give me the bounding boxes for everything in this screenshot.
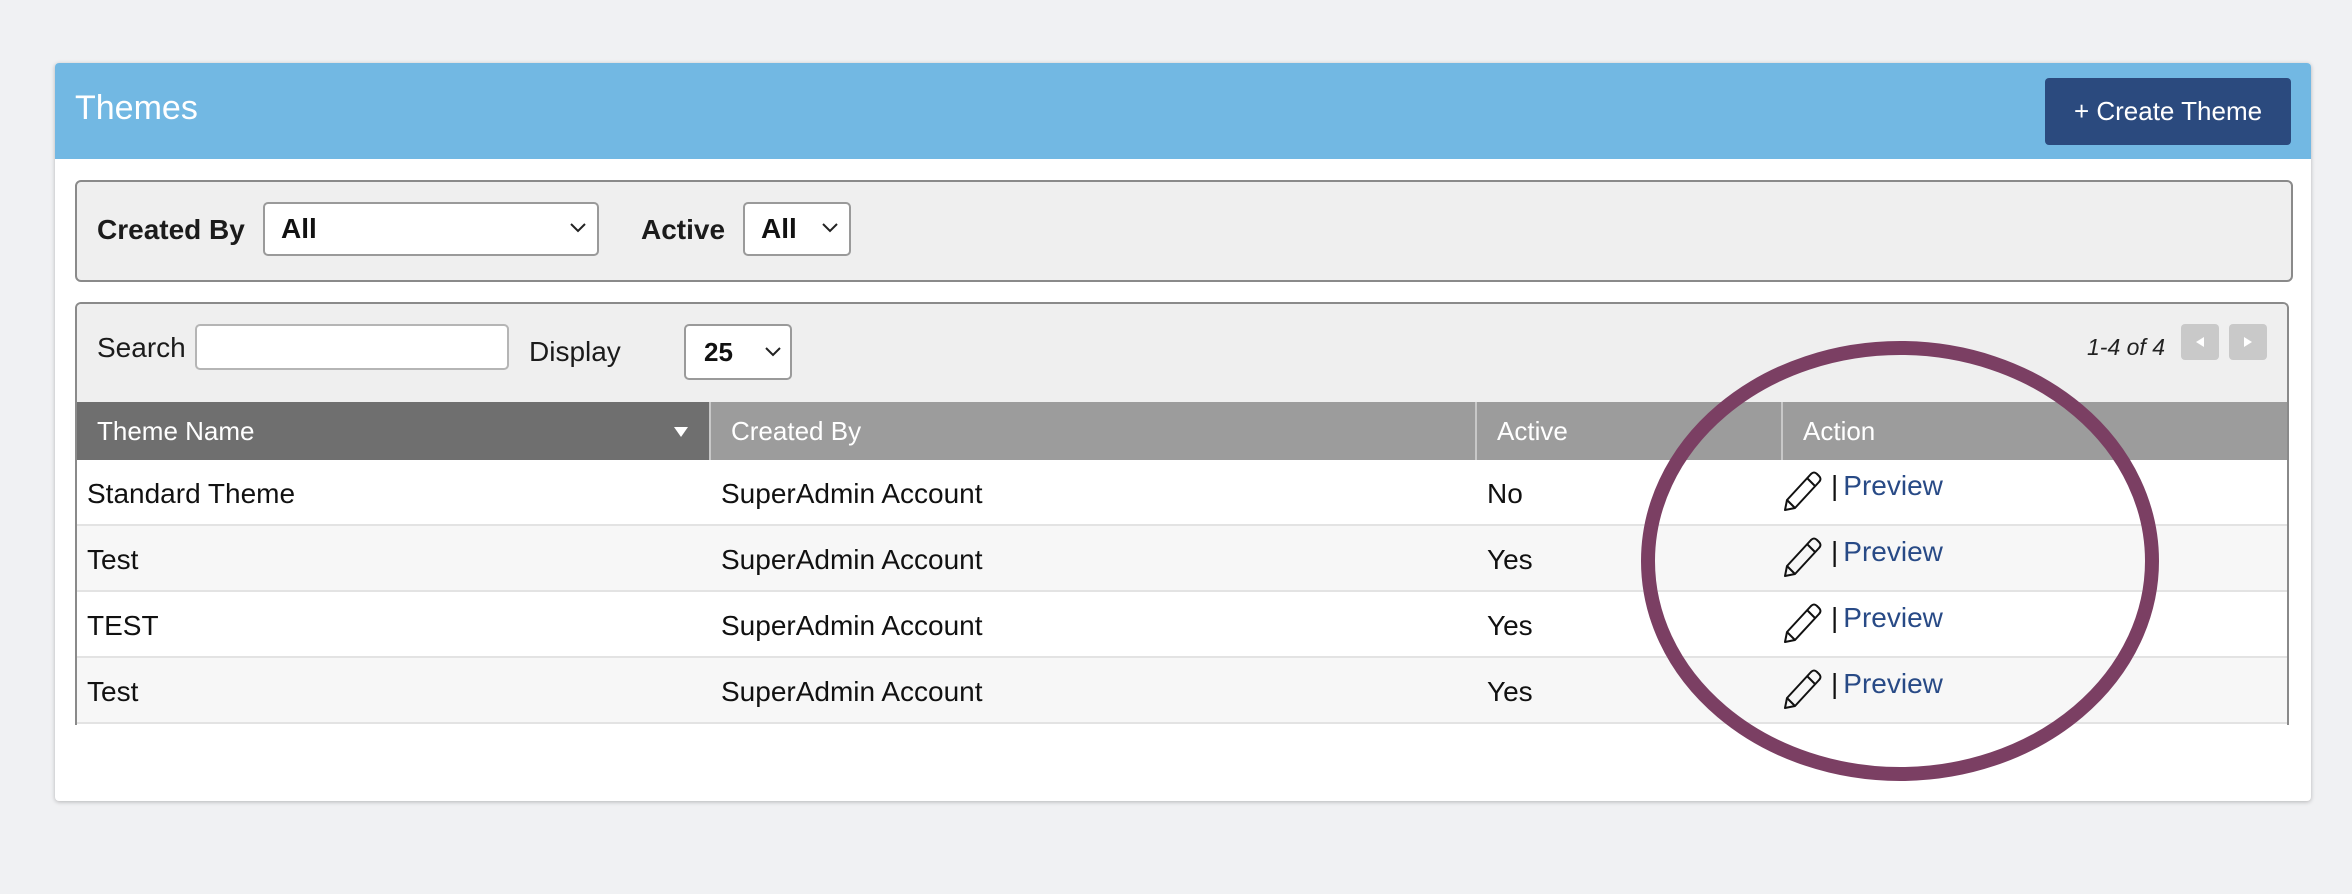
list-toolbar: Search Display 25 1-4 of 4 xyxy=(77,304,2287,402)
preview-link[interactable]: Preview xyxy=(1843,466,1943,506)
search-input[interactable] xyxy=(195,324,509,370)
pencil-edit-icon[interactable] xyxy=(1777,598,1825,646)
filter-bar: Created By All Active All xyxy=(75,180,2293,282)
action-cell: | Preview xyxy=(1777,598,1943,652)
display-count-select[interactable]: 25 xyxy=(684,324,792,380)
themes-list: Search Display 25 1-4 of 4 Theme Name Cr… xyxy=(75,302,2289,725)
preview-link[interactable]: Preview xyxy=(1843,598,1943,638)
created-by-cell: SuperAdmin Account xyxy=(721,478,983,509)
theme-name-cell: Standard Theme xyxy=(87,478,296,509)
display-count-value: 25 xyxy=(704,337,733,367)
next-page-button[interactable] xyxy=(2229,324,2267,360)
active-cell: No xyxy=(1487,478,1523,509)
action-cell: | Preview xyxy=(1777,466,1943,520)
paging-info: 1-4 of 4 xyxy=(2087,334,2165,360)
created-by-filter-select[interactable]: All xyxy=(263,202,599,256)
column-header-theme-name[interactable]: Theme Name xyxy=(77,402,711,460)
created-by-filter-value: All xyxy=(281,213,317,244)
action-separator: | xyxy=(1831,602,1839,633)
pencil-edit-icon[interactable] xyxy=(1777,466,1825,514)
action-cell: | Preview xyxy=(1777,664,1943,718)
table-row: Standard Theme SuperAdmin Account No | P… xyxy=(77,460,2287,526)
column-header-created-by[interactable]: Created By xyxy=(711,402,1477,460)
panel-header: Themes + Create Theme xyxy=(55,63,2311,159)
active-filter-select[interactable]: All xyxy=(743,202,851,256)
created-by-filter-label: Created By xyxy=(97,214,245,245)
action-separator: | xyxy=(1831,470,1839,501)
action-separator: | xyxy=(1831,536,1839,567)
theme-name-cell: TEST xyxy=(87,610,159,641)
created-by-cell: SuperAdmin Account xyxy=(721,610,983,641)
table-row: TEST SuperAdmin Account Yes | Preview xyxy=(77,592,2287,658)
created-by-cell: SuperAdmin Account xyxy=(721,676,983,707)
action-cell: | Preview xyxy=(1777,532,1943,586)
active-cell: Yes xyxy=(1487,610,1533,641)
column-header-action: Action xyxy=(1783,402,2287,460)
search-label: Search xyxy=(97,332,186,363)
column-header-label: Action xyxy=(1803,416,1876,446)
chevron-down-icon xyxy=(822,223,838,233)
theme-name-cell: Test xyxy=(87,676,139,707)
table-header: Theme Name Created By Active Action xyxy=(77,402,2287,460)
created-by-cell: SuperAdmin Account xyxy=(721,544,983,575)
active-filter-label: Active xyxy=(641,214,726,245)
pencil-edit-icon[interactable] xyxy=(1777,532,1825,580)
active-cell: Yes xyxy=(1487,676,1533,707)
create-theme-button[interactable]: + Create Theme xyxy=(2045,78,2291,145)
display-label: Display xyxy=(529,336,621,367)
column-header-active[interactable]: Active xyxy=(1477,402,1783,460)
chevron-down-icon xyxy=(570,223,586,233)
sort-down-icon xyxy=(674,427,688,437)
preview-link[interactable]: Preview xyxy=(1843,532,1943,572)
table-row: Test SuperAdmin Account Yes | Preview xyxy=(77,526,2287,592)
column-header-label: Theme Name xyxy=(97,416,255,446)
active-cell: Yes xyxy=(1487,544,1533,575)
chevron-down-icon xyxy=(765,347,781,357)
preview-link[interactable]: Preview xyxy=(1843,664,1943,704)
column-header-label: Created By xyxy=(731,416,862,446)
triangle-left-icon xyxy=(2196,337,2204,347)
theme-name-cell: Test xyxy=(87,544,139,575)
active-filter-value: All xyxy=(761,213,797,244)
table-row: Test SuperAdmin Account Yes | Preview xyxy=(77,658,2287,724)
action-separator: | xyxy=(1831,668,1839,699)
themes-panel: Themes + Create Theme Created By All Act… xyxy=(55,63,2311,801)
triangle-right-icon xyxy=(2244,337,2252,347)
pencil-edit-icon[interactable] xyxy=(1777,664,1825,712)
prev-page-button[interactable] xyxy=(2181,324,2219,360)
page-title: Themes xyxy=(75,89,198,127)
column-header-label: Active xyxy=(1497,416,1568,446)
